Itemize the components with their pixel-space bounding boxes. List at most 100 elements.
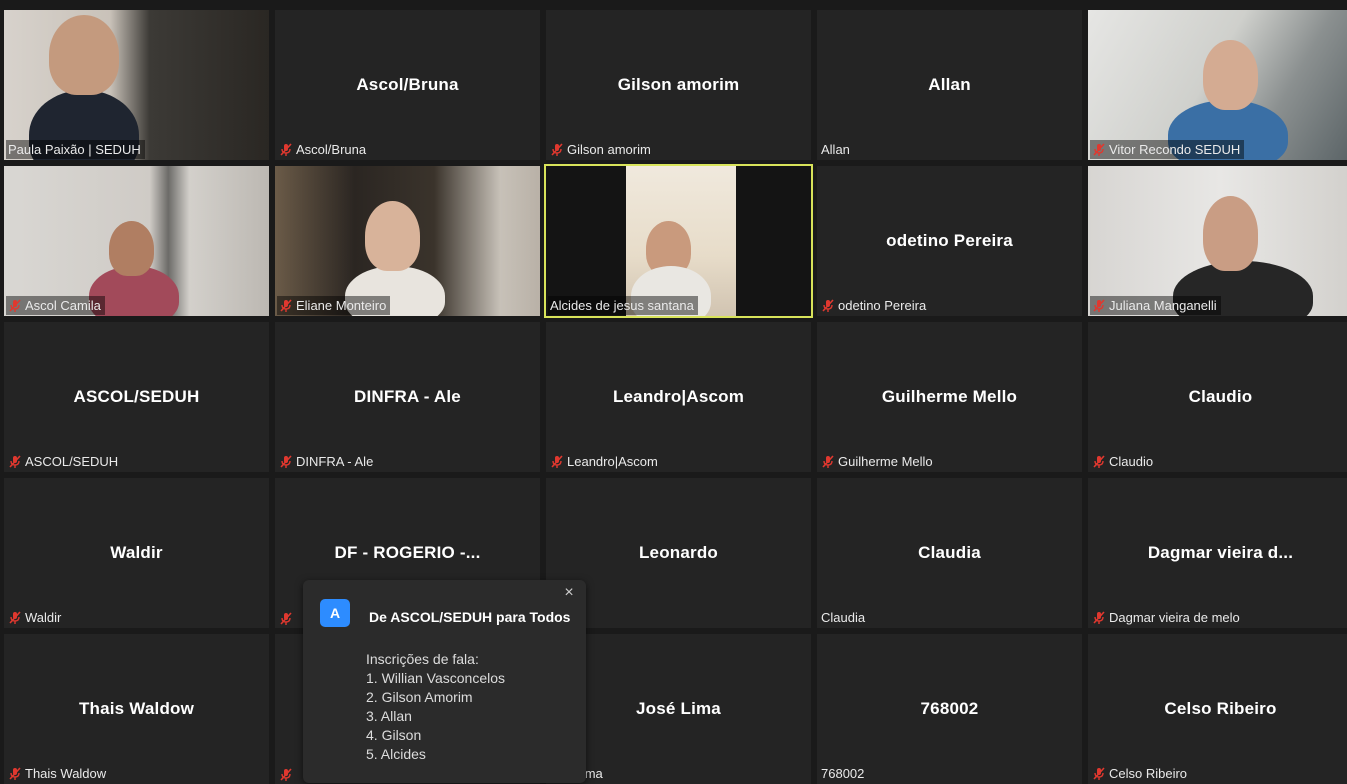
participant-name-text: odetino Pereira xyxy=(838,298,927,313)
muted-microphone-icon xyxy=(1092,454,1106,469)
participant-tile[interactable]: Dagmar vieira d... Dagmar vieira de melo xyxy=(1088,478,1347,628)
participant-tile[interactable]: Paula Paixão | SEDUH xyxy=(4,10,269,160)
participant-tile[interactable]: odetino Pereira odetino Pereira xyxy=(817,166,1082,316)
participant-tile[interactable]: Celso Ribeiro Celso Ribeiro xyxy=(1088,634,1347,784)
participant-display-name: Leonardo xyxy=(638,543,719,562)
participant-name-label: Vitor Recondo SEDUH xyxy=(1090,140,1245,159)
muted-microphone-icon xyxy=(1092,142,1106,157)
participant-name-label: Ascol Camila xyxy=(6,296,105,315)
participant-name-label: Allan xyxy=(819,140,854,159)
participant-display-name: Celso Ribeiro xyxy=(1164,699,1277,718)
participant-name-text: ASCOL/SEDUH xyxy=(25,454,119,469)
participant-tile[interactable]: Claudio Claudio xyxy=(1088,322,1347,472)
participant-tile[interactable]: Vitor Recondo SEDUH xyxy=(1088,10,1347,160)
muted-microphone-icon xyxy=(1092,766,1106,781)
chat-notification-popup[interactable]: A De ASCOL/SEDUH para Todos × Inscrições… xyxy=(303,580,586,783)
participant-name-label: Alcides de jesus santana xyxy=(548,296,698,315)
participant-tile[interactable]: DINFRA - Ale DINFRA - Ale xyxy=(275,322,540,472)
participant-tile[interactable]: Thais Waldow Thais Waldow xyxy=(4,634,269,784)
participant-name-label: Ascol/Bruna xyxy=(277,140,370,159)
participant-name-text: Ascol Camila xyxy=(25,298,101,313)
participant-tile[interactable]: ASCOL/SEDUH ASCOL/SEDUH xyxy=(4,322,269,472)
participant-name-text: Waldir xyxy=(25,610,62,625)
participant-name-label: Celso Ribeiro xyxy=(1090,764,1191,783)
participant-name-label: Waldir xyxy=(6,608,65,627)
participant-video xyxy=(4,10,269,160)
participant-tile[interactable]: Waldir Waldir xyxy=(4,478,269,628)
muted-microphone-icon xyxy=(279,768,293,782)
participant-display-name: Allan xyxy=(928,75,971,94)
participant-tile[interactable]: Juliana Manganelli xyxy=(1088,166,1347,316)
participant-name-label: Gilson amorim xyxy=(548,140,655,159)
participant-name-label: Dagmar vieira de melo xyxy=(1090,608,1244,627)
participant-name-text: 768002 xyxy=(821,766,865,781)
participant-video xyxy=(1088,10,1347,160)
participant-tile[interactable]: Gilson amorim Gilson amorim xyxy=(546,10,811,160)
muted-microphone-icon xyxy=(821,454,835,469)
participant-name-label: Juliana Manganelli xyxy=(1090,296,1221,315)
participant-name-text: Dagmar vieira de melo xyxy=(1109,610,1240,625)
participant-display-name: Claudio xyxy=(1188,387,1253,406)
participant-name-text: Alcides de jesus santana xyxy=(550,298,694,313)
participant-name-label: 768002 xyxy=(819,764,868,783)
chat-line: 2. Gilson Amorim xyxy=(366,689,473,705)
participant-name-text: Allan xyxy=(821,142,850,157)
muted-microphone-icon xyxy=(550,454,564,469)
participant-name-text: Gilson amorim xyxy=(567,142,651,157)
participant-display-name: Ascol/Bruna xyxy=(356,75,459,94)
participant-display-name: odetino Pereira xyxy=(886,231,1013,250)
participant-display-name: DINFRA - Ale xyxy=(354,387,461,406)
participant-tile[interactable]: Ascol/Bruna Ascol/Bruna xyxy=(275,10,540,160)
participant-name-label xyxy=(277,767,297,783)
participant-display-name: Leandro|Ascom xyxy=(612,387,745,406)
participant-name-label: DINFRA - Ale xyxy=(277,452,377,471)
participant-name-label: Eliane Monteiro xyxy=(277,296,391,315)
muted-microphone-icon xyxy=(550,142,564,157)
close-icon[interactable]: × xyxy=(561,585,577,601)
participant-name-text: Ascol/Bruna xyxy=(296,142,367,157)
participant-tile[interactable]: Allan Allan xyxy=(817,10,1082,160)
participant-display-name: Gilson amorim xyxy=(617,75,740,94)
chat-line: 5. Alcides xyxy=(366,746,426,762)
participant-tile[interactable]: Alcides de jesus santana xyxy=(544,164,813,318)
participant-video xyxy=(546,166,811,316)
muted-microphone-icon xyxy=(1092,298,1106,313)
participant-name-label: odetino Pereira xyxy=(819,296,930,315)
muted-microphone-icon xyxy=(279,142,293,157)
chat-line: 1. Willian Vasconcelos xyxy=(366,670,506,686)
muted-microphone-icon xyxy=(8,454,22,469)
sender-avatar: A xyxy=(320,599,350,627)
chat-line: Inscrições de fala: xyxy=(366,651,479,667)
participant-video xyxy=(275,166,540,316)
muted-microphone-icon xyxy=(279,298,293,313)
participant-tile[interactable]: Leandro|Ascom Leandro|Ascom xyxy=(546,322,811,472)
muted-microphone-icon xyxy=(279,454,293,469)
participant-name-label xyxy=(277,611,297,627)
participant-tile[interactable]: Eliane Monteiro xyxy=(275,166,540,316)
participant-tile[interactable]: Claudia Claudia xyxy=(817,478,1082,628)
participant-name-text: Leandro|Ascom xyxy=(567,454,658,469)
participant-tile[interactable]: 768002 768002 xyxy=(817,634,1082,784)
participant-name-text: Claudia xyxy=(821,610,866,625)
participant-display-name: Guilherme Mello xyxy=(881,387,1018,406)
participant-name-text: Guilherme Mello xyxy=(838,454,933,469)
participant-name-text: Claudio xyxy=(1109,454,1154,469)
participant-display-name: Thais Waldow xyxy=(78,699,195,718)
gallery-grid: Paula Paixão | SEDUH Ascol/Bruna Ascol/Bru… xyxy=(4,10,1347,784)
chat-message-body: Inscrições de fala: 1. Willian Vasconcel… xyxy=(366,650,505,764)
participant-name-label: Guilherme Mello xyxy=(819,452,937,471)
chat-line: 4. Gilson xyxy=(366,727,422,743)
participant-tile[interactable]: Ascol Camila xyxy=(4,166,269,316)
participant-name-text: DINFRA - Ale xyxy=(296,454,374,469)
participant-name-text: Paula Paixão | SEDUH xyxy=(8,142,141,157)
participant-name-label: Claudia xyxy=(819,608,869,627)
participant-name-label: Thais Waldow xyxy=(6,764,110,783)
participant-name-text: Eliane Monteiro xyxy=(296,298,387,313)
participant-name-text: Celso Ribeiro xyxy=(1109,766,1188,781)
participant-name-label: Leandro|Ascom xyxy=(548,452,662,471)
muted-microphone-icon xyxy=(1092,610,1106,625)
participant-video xyxy=(4,166,269,316)
participant-tile[interactable]: Guilherme Mello Guilherme Mello xyxy=(817,322,1082,472)
participant-display-name: Waldir xyxy=(110,543,163,562)
muted-microphone-icon xyxy=(821,298,835,313)
